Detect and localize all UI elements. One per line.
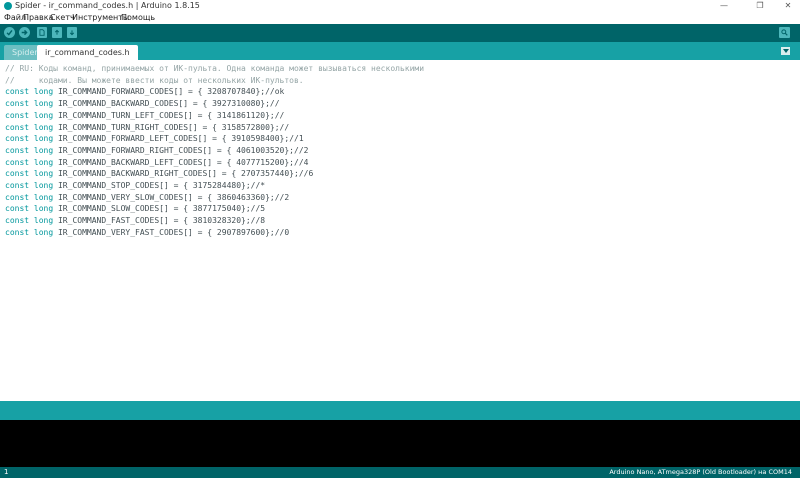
code-line: const long IR_COMMAND_BACKWARD_LEFT_CODE… (5, 157, 424, 169)
window-title: Spider - ir_command_codes.h | Arduino 1.… (15, 1, 200, 10)
code-keyword: const long (5, 87, 54, 97)
serial-monitor-icon (781, 29, 788, 36)
code-line: const long IR_COMMAND_TURN_RIGHT_CODES[]… (5, 122, 424, 134)
code-comment-line: // RU: Коды команд, принимаемых от ИК-пу… (5, 64, 425, 73)
tab-ir-command-codes[interactable]: ir_command_codes.h (37, 45, 138, 60)
code-declaration: IR_COMMAND_FAST_CODES[] = { 3810328320}; (53, 216, 251, 226)
code-inline-comment: //ok (265, 87, 285, 97)
new-icon (39, 29, 45, 36)
code-text: // RU: Коды команд, принимаемых от ИК-пу… (5, 63, 424, 239)
code-keyword: const long (5, 157, 54, 167)
arduino-logo-icon (4, 2, 12, 10)
verify-icon (6, 29, 13, 36)
code-line: const long IR_COMMAND_FORWARD_RIGHT_CODE… (5, 145, 424, 157)
code-line: const long IR_COMMAND_FORWARD_LEFT_CODES… (5, 133, 424, 145)
code-keyword: const long (5, 192, 54, 202)
save-button[interactable] (67, 27, 77, 38)
code-inline-comment: //4 (294, 157, 309, 167)
code-line: const long IR_COMMAND_VERY_SLOW_CODES[] … (5, 192, 424, 204)
console-output[interactable] (0, 420, 800, 467)
code-declaration: IR_COMMAND_BACKWARD_LEFT_CODES[] = { 407… (53, 157, 294, 167)
code-editor[interactable]: // RU: Коды команд, принимаемых от ИК-пу… (0, 60, 800, 401)
code-inline-comment: //2 (274, 192, 290, 202)
code-keyword: const long (5, 181, 54, 191)
code-keyword: const long (5, 122, 54, 132)
upload-icon (21, 29, 28, 36)
code-line: const long IR_COMMAND_TURN_LEFT_CODES[] … (5, 110, 424, 122)
code-line: const long IR_COMMAND_BACKWARD_RIGHT_COD… (5, 168, 424, 180)
code-line: const long IR_COMMAND_VERY_FAST_CODES[] … (5, 227, 424, 239)
tab-menu-button[interactable] (781, 47, 790, 55)
open-icon (54, 29, 60, 35)
code-declaration: IR_COMMAND_FORWARD_LEFT_CODES[] = { 3910… (53, 134, 290, 144)
code-declaration: IR_COMMAND_SLOW_CODES[] = { 3877175040}; (53, 204, 251, 214)
code-line: const long IR_COMMAND_STOP_CODES[] = { 3… (5, 180, 424, 192)
code-inline-comment: // (279, 122, 290, 132)
code-line: const long IR_COMMAND_FORWARD_CODES[] = … (5, 86, 424, 98)
save-icon (69, 30, 75, 36)
code-declaration: IR_COMMAND_FORWARD_CODES[] = { 320870784… (53, 87, 266, 97)
code-declaration: IR_COMMAND_STOP_CODES[] = { 3175284480}; (53, 181, 251, 191)
line-number: 1 (4, 468, 9, 476)
minimize-button[interactable]: — (712, 0, 736, 12)
status-strip (0, 401, 800, 420)
code-keyword: const long (5, 134, 54, 144)
code-inline-comment: // (269, 99, 280, 109)
code-inline-comment: //0 (274, 227, 290, 237)
code-inline-comment: //8 (250, 216, 266, 226)
code-keyword: const long (5, 169, 54, 179)
close-button[interactable]: ✕ (776, 0, 800, 12)
chevron-down-icon (782, 49, 789, 53)
menu-bar: Файл Правка Скетч Инструменты Помощь (0, 12, 800, 24)
code-declaration: IR_COMMAND_VERY_FAST_CODES[] = { 2907897… (53, 227, 275, 237)
code-inline-comment: //6 (298, 169, 314, 179)
code-keyword: const long (5, 204, 54, 214)
code-keyword: const long (5, 145, 54, 155)
code-inline-comment: //1 (289, 134, 304, 144)
code-declaration: IR_COMMAND_TURN_RIGHT_CODES[] = { 315857… (53, 122, 280, 132)
serial-monitor-button[interactable] (779, 27, 790, 38)
new-button[interactable] (37, 27, 47, 38)
code-declaration: IR_COMMAND_VERY_SLOW_CODES[] = { 3860463… (53, 192, 275, 202)
code-keyword: const long (5, 110, 54, 120)
menu-help[interactable]: Помощь (121, 12, 155, 24)
code-declaration: IR_COMMAND_BACKWARD_RIGHT_CODES[] = { 27… (53, 169, 299, 179)
toolbar (0, 24, 800, 42)
code-comment-line: // кодами. Вы можете ввести коды от неск… (5, 75, 304, 85)
code-inline-comment: // (274, 110, 285, 120)
title-bar: Spider - ir_command_codes.h | Arduino 1.… (0, 0, 800, 12)
code-declaration: IR_COMMAND_BACKWARD_CODES[] = { 39273100… (53, 99, 270, 109)
footer-bar: 1 Arduino Nano, ATmega328P (Old Bootload… (0, 467, 800, 478)
maximize-button[interactable]: ❐ (748, 0, 772, 12)
tab-bar: Spider ir_command_codes.h (0, 42, 800, 60)
board-info: Arduino Nano, ATmega328P (Old Bootloader… (609, 468, 792, 476)
code-line: const long IR_COMMAND_BACKWARD_CODES[] =… (5, 98, 424, 110)
code-keyword: const long (5, 216, 54, 226)
code-declaration: IR_COMMAND_FORWARD_RIGHT_CODES[] = { 406… (53, 145, 294, 155)
verify-button[interactable] (4, 27, 15, 38)
code-inline-comment: //5 (250, 204, 266, 214)
code-line: const long IR_COMMAND_FAST_CODES[] = { 3… (5, 215, 424, 227)
open-button[interactable] (52, 27, 62, 38)
code-inline-comment: //2 (294, 145, 309, 155)
code-declaration: IR_COMMAND_TURN_LEFT_CODES[] = { 3141861… (53, 110, 275, 120)
code-line: const long IR_COMMAND_SLOW_CODES[] = { 3… (5, 203, 424, 215)
code-keyword: const long (5, 227, 54, 237)
menu-edit[interactable]: Правка (23, 12, 53, 24)
code-keyword: const long (5, 99, 54, 109)
code-inline-comment: //* (250, 181, 266, 191)
upload-button[interactable] (19, 27, 30, 38)
